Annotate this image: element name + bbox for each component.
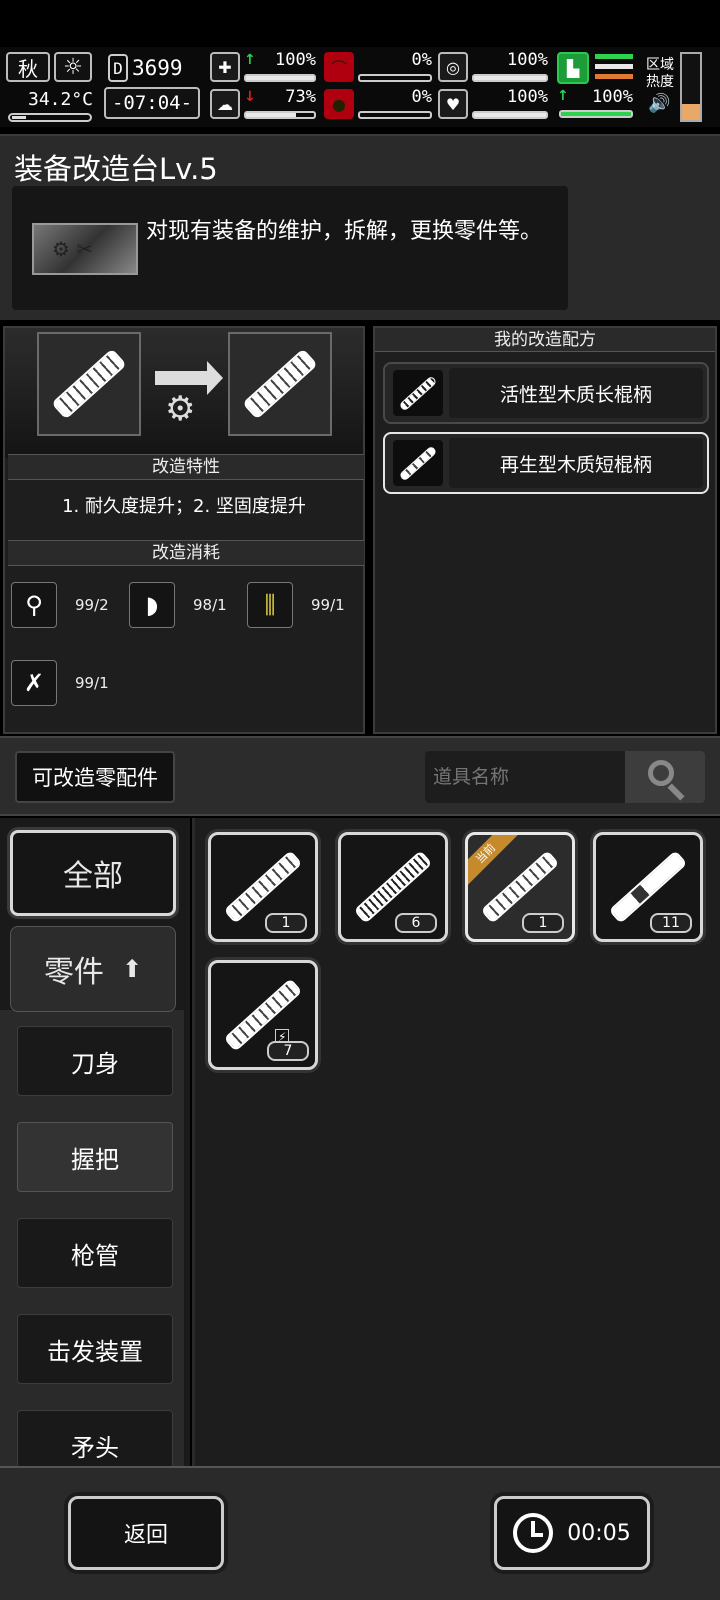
wood-chips-icon: ◗ [129, 582, 175, 628]
recipe-item-selected[interactable]: 再生型木质短棍柄 [383, 432, 709, 494]
clock-icon [513, 1513, 554, 1553]
item-grid: 1 6 当前 1 11 ⚡ 7 [192, 818, 720, 1466]
game-clock: -07:04- [104, 87, 200, 119]
fiber-icon: ⫼ [247, 582, 293, 628]
day-counter: D 3699 [108, 53, 198, 83]
sun-icon: ☼ [54, 52, 92, 82]
subcategory-barrel[interactable]: 枪管 [17, 1218, 173, 1288]
transform-arrow-icon: ⚙ [155, 361, 223, 429]
inventory-toolbar: 可改造零配件 [0, 736, 720, 816]
region-heat-label: 区域热度 [646, 57, 674, 90]
search-icon [648, 760, 674, 786]
stamina-stat: ▙ ↑ 100% [557, 50, 635, 120]
modification-panel: ⚙ 改造特性 1. 耐久度提升；2. 坚固度提升 改造消耗 ⚲ 99/2 ◗ 9… [3, 326, 365, 734]
traits-header: 改造特性 [8, 454, 364, 480]
result-item-slot[interactable] [228, 332, 332, 436]
stomach-stat: ⌒ 0% [324, 50, 434, 84]
inventory-item[interactable]: ⚡ 7 [208, 960, 318, 1070]
handle-icon: ⚲ [11, 582, 57, 628]
cost-item[interactable]: ◗ 98/1 [125, 580, 235, 630]
speaker-icon[interactable]: 🔊 [648, 93, 670, 114]
boot-icon: ▙ [557, 52, 589, 84]
season-indicator: 秋 [6, 52, 50, 82]
thermometer-icon [8, 113, 92, 122]
stomach-icon: ⌒ [324, 52, 354, 82]
recipe-list-header: 我的改造配方 [375, 328, 715, 352]
day-icon: D [108, 54, 128, 82]
source-item-slot[interactable] [37, 332, 141, 436]
footer: 返回 00:05 [0, 1466, 720, 1600]
recipe-item[interactable]: 活性型木质长棍柄 [383, 362, 709, 424]
mind-stat: ◎ 100% [438, 50, 550, 84]
station-description: 对现有装备的维护，拆解，更换零件等。 [12, 186, 568, 310]
heart-icon: ♥ [438, 89, 468, 119]
brain-lock-icon: ◎ [438, 52, 468, 82]
subcategory-spearhead[interactable]: 矛头 [17, 1410, 173, 1466]
long-handle-icon [393, 370, 443, 416]
cost-item[interactable]: ⚲ 99/2 [7, 580, 117, 630]
heart-stat: ♥ 100% [438, 87, 550, 121]
description-text: 对现有装备的维护，拆解，更换零件等。 [146, 219, 543, 244]
timer-button[interactable]: 00:05 [494, 1496, 650, 1570]
up-arrow-icon: ↑ [557, 88, 569, 104]
recipe-list: 我的改造配方 活性型木质长棍柄 再生型木质短棍柄 [373, 326, 717, 734]
cost-item[interactable]: ⫼ 99/1 [243, 580, 353, 630]
cost-item[interactable]: ✗ 99/1 [7, 658, 117, 708]
blood-stat: ● 0% [324, 87, 434, 121]
subcategory-firing-mechanism[interactable]: 击发装置 [17, 1314, 173, 1384]
page-title: 装备改造台Lv.5 [14, 152, 218, 186]
back-button[interactable]: 返回 [68, 1496, 224, 1570]
workbench-icon [32, 223, 138, 275]
search-input[interactable] [425, 751, 625, 803]
inventory-item[interactable]: 6 [338, 832, 448, 942]
brain-icon: ☁ [210, 89, 240, 119]
short-handle-icon [393, 440, 443, 486]
modifiable-parts-filter[interactable]: 可改造零配件 [15, 751, 175, 803]
collapse-arrow-icon: ⬆ [121, 955, 143, 983]
category-all[interactable]: 全部 [10, 830, 176, 916]
subcategory-grip[interactable]: 握把 [17, 1122, 173, 1192]
wooden-handle-icon [242, 348, 318, 420]
status-bar: 秋 ☼ 34.2°C D 3699 -07:04- ✚ ↑ 100% ⌒ 0% … [0, 47, 720, 127]
tool-icon: ✗ [11, 660, 57, 706]
timer-text: 00:05 [567, 1520, 631, 1546]
cost-header: 改造消耗 [8, 540, 364, 566]
day-number: 3699 [132, 56, 183, 80]
up-arrow-icon: ↑ [244, 52, 256, 68]
subcategory-blade[interactable]: 刀身 [17, 1026, 173, 1096]
inventory-item[interactable]: 1 [208, 832, 318, 942]
health-stat: ✚ ↑ 100% [210, 50, 318, 84]
category-parts[interactable]: 零件 ⬆ [10, 926, 176, 1012]
brain-stat: ☁ ↓ 73% [210, 87, 318, 121]
category-sidebar: 全部 零件 ⬆ 刀身 握把 枪管 击发装置 矛头 [0, 818, 190, 1466]
traits-text: 1. 耐久度提升；2. 坚固度提升 [62, 496, 306, 517]
blood-drop-icon: ● [324, 89, 354, 119]
down-arrow-icon: ↓ [244, 89, 256, 105]
search-button[interactable] [625, 751, 705, 803]
medkit-icon: ✚ [210, 52, 240, 82]
region-heat-gauge [680, 52, 702, 122]
inventory-item[interactable]: 11 [593, 832, 703, 942]
inventory-item-current[interactable]: 当前 1 [465, 832, 575, 942]
station-header: 装备改造台Lv.5 对现有装备的维护，拆解，更换零件等。 [0, 134, 720, 320]
wooden-handle-icon [51, 348, 127, 420]
temperature-readout: 34.2°C [28, 89, 94, 110]
